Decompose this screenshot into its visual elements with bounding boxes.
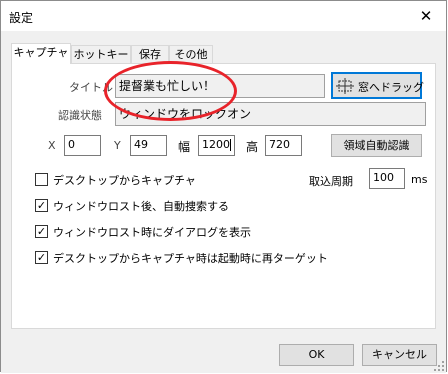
capture-panel: タイトル 提督業も忙しい！ 窓へドラッグ 認識状態 ウィンドウをロックオン X …: [11, 63, 436, 329]
tab-other[interactable]: その他: [169, 45, 213, 63]
text-caret: [230, 139, 231, 151]
title-label: タイトル: [69, 81, 113, 94]
capture-period-input[interactable]: 100: [369, 168, 405, 189]
title-field: 提督業も忙しい！: [115, 74, 325, 98]
footer: OK キャンセル: [1, 331, 446, 373]
tab-hotkey[interactable]: ホットキー: [71, 45, 131, 63]
checkbox-checked[interactable]: ✓: [35, 199, 48, 212]
ok-button[interactable]: OK: [279, 344, 354, 366]
settings-dialog: 設定 ✕ キャプチャ ホットキー 保存 その他 タイトル 提督業も忙しい！ 窓へ…: [0, 0, 447, 373]
option-auto-search[interactable]: ✓ ウィンドウロスト後、自動捜索する: [35, 198, 295, 214]
checkbox-checked[interactable]: ✓: [35, 251, 48, 264]
window-title: 設定: [9, 11, 34, 25]
option-desktop-capture[interactable]: デスクトップからキャプチャ: [35, 172, 235, 188]
width-input[interactable]: 1200: [198, 135, 235, 156]
drag-button-label: 窓へドラッグ: [358, 81, 424, 94]
title-bar: 設定 ✕: [1, 1, 446, 31]
crosshair-icon: [336, 78, 354, 94]
x-input[interactable]: 0: [64, 135, 101, 156]
option-show-dialog[interactable]: ✓ ウィンドウロスト時にダイアログを表示: [35, 224, 295, 240]
tab-save[interactable]: 保存: [131, 45, 169, 63]
height-label: 高: [246, 140, 259, 154]
x-label: X: [48, 139, 56, 152]
capture-period-unit: ms: [411, 173, 428, 186]
y-label: Y: [114, 139, 121, 152]
status-field: ウィンドウをロックオン: [115, 102, 426, 126]
checkbox-checked[interactable]: ✓: [35, 225, 48, 238]
capture-period-label: 取込周期: [309, 175, 353, 188]
width-label: 幅: [178, 140, 191, 154]
tab-capture[interactable]: キャプチャ: [11, 43, 71, 64]
resize-grip-icon[interactable]: [434, 361, 444, 371]
option-retarget-on-start[interactable]: ✓ デスクトップからキャプチャ時は起動時に再ターゲット: [35, 250, 335, 266]
height-input[interactable]: 720: [265, 135, 302, 156]
checkbox[interactable]: [35, 173, 48, 186]
auto-detect-region-button[interactable]: 領域自動認識: [331, 134, 422, 157]
drag-to-window-button[interactable]: 窓へドラッグ: [331, 72, 424, 99]
cancel-button[interactable]: キャンセル: [362, 344, 437, 366]
status-label: 認識状態: [58, 109, 102, 122]
close-icon[interactable]: ✕: [416, 7, 436, 25]
width-value: 1200: [202, 138, 230, 151]
y-input[interactable]: 49: [130, 135, 167, 156]
